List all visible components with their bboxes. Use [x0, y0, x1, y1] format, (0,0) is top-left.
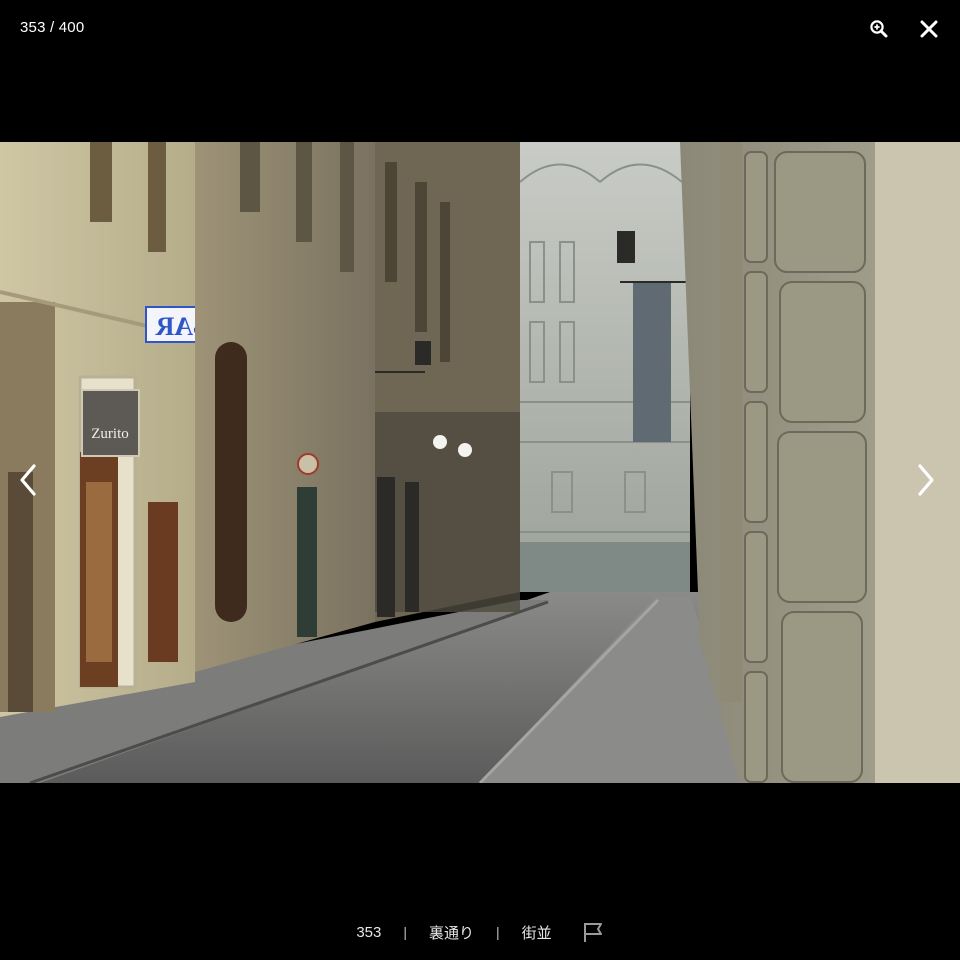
rusticated-stone-blocks: [744, 151, 867, 783]
zoom-in-icon: [870, 20, 888, 38]
flag-icon: [583, 923, 602, 942]
caption-separator: |: [496, 924, 500, 940]
caption-separator: |: [403, 924, 407, 940]
zoom-button[interactable]: [864, 14, 894, 44]
tag-link-backstreet[interactable]: 裏通り: [427, 922, 476, 943]
chevron-left-icon: [20, 464, 36, 496]
image-counter: 353 / 400: [20, 19, 85, 36]
shop-sign-text: Zurito: [91, 426, 129, 442]
chevron-right-icon: [918, 464, 934, 496]
street-lamp-globe: [433, 435, 447, 449]
report-flag-button[interactable]: [580, 919, 606, 945]
cathedral-dark-window: [633, 282, 671, 442]
previous-image-button[interactable]: [10, 460, 46, 500]
close-button[interactable]: [914, 14, 944, 44]
street-photo-illustration: Zurito BAR: [0, 142, 960, 783]
caption-number: 353: [356, 923, 382, 941]
lightbox-viewer: 353 / 400 Zurito BAR 353 | 裏通り | 街並: [0, 0, 960, 960]
tag-link-townscape[interactable]: 街並: [520, 922, 554, 943]
shop-sign-board: [81, 389, 140, 457]
close-icon: [920, 20, 938, 38]
gallery-photo: Zurito BAR: [0, 142, 960, 783]
next-image-button[interactable]: [908, 460, 944, 500]
caption-bar: 353 | 裏通り | 街並: [0, 916, 960, 948]
cathedral-base: [515, 542, 690, 592]
